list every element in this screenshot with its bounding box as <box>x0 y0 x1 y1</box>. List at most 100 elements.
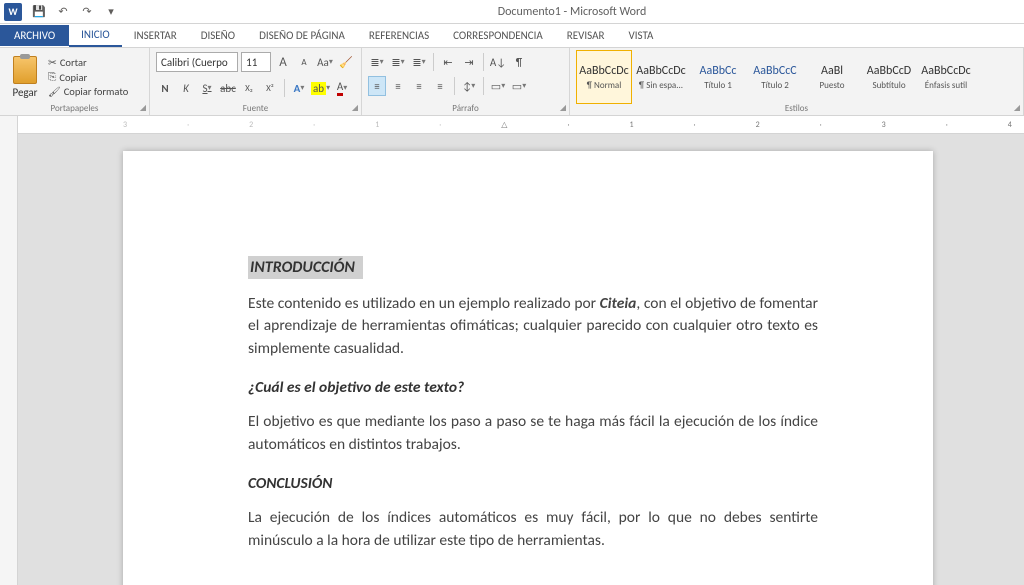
tab-layout[interactable]: DISEÑO DE PÁGINA <box>247 25 357 46</box>
heading-conclusion[interactable]: CONCLUSIÓN <box>248 474 818 493</box>
style-label: Puesto <box>805 80 859 91</box>
text-effects-button[interactable]: A <box>290 78 308 98</box>
tab-review[interactable]: REVISAR <box>555 25 617 46</box>
multilevel-button[interactable]: ≣ <box>410 52 428 72</box>
horizontal-ruler[interactable]: 3·2·1·△·1·2·3·4·5·6·7·8·9·10·11·12·13·14… <box>18 116 1024 134</box>
group-label: Estilos <box>570 103 1023 114</box>
align-left-button[interactable]: ≡ <box>368 76 386 96</box>
group-clipboard: Pegar Cortar Copiar Copiar formato Porta… <box>0 48 150 115</box>
group-label: Fuente <box>150 103 361 114</box>
window-title: Documento1 - Microsoft Word <box>120 5 1024 19</box>
save-button[interactable]: 💾 <box>30 2 48 22</box>
style-item[interactable]: AaBbCcDc Énfasis sutil <box>918 50 974 104</box>
subscript-button[interactable]: X₂ <box>240 78 258 98</box>
style-item[interactable]: AaBbCc Título 1 <box>690 50 746 104</box>
qat-more-button[interactable]: ▾ <box>102 2 120 22</box>
style-preview: AaBl <box>821 64 843 78</box>
ribbon: Pegar Cortar Copiar Copiar formato Porta… <box>0 48 1024 116</box>
shading-button[interactable]: ▭ <box>489 76 507 96</box>
page[interactable]: INTRODUCCIÓN Este contenido es utilizado… <box>123 151 933 585</box>
redo-button[interactable]: ↷ <box>78 2 96 22</box>
style-item[interactable]: AaBbCcDc ¶ Sin espa... <box>633 50 689 104</box>
vertical-ruler[interactable] <box>0 116 18 585</box>
format-painter-button[interactable]: Copiar formato <box>48 85 128 98</box>
style-preview: AaBbCcDc <box>579 64 628 78</box>
bullets-button[interactable]: ≣ <box>368 52 386 72</box>
strikethrough-button[interactable]: abc <box>219 78 237 98</box>
copy-button[interactable]: Copiar <box>48 70 128 84</box>
grow-font-button[interactable]: A <box>274 52 292 72</box>
group-label: Párrafo <box>362 103 569 114</box>
style-label: Énfasis sutil <box>919 80 973 91</box>
tab-references[interactable]: REFERENCIAS <box>357 25 441 46</box>
styles-gallery[interactable]: AaBbCcDc¶ NormalAaBbCcDc¶ Sin espa...AaB… <box>576 50 1017 104</box>
style-preview: AaBbCcC <box>753 64 796 78</box>
paragraph[interactable]: Este contenido es utilizado en un ejempl… <box>248 293 818 360</box>
bold-button[interactable]: N <box>156 78 174 98</box>
style-item[interactable]: AaBbCcDc ¶ Normal <box>576 50 632 104</box>
titlebar: W 💾 ↶ ↷ ▾ Documento1 - Microsoft Word <box>0 0 1024 24</box>
style-preview: AaBbCcDc <box>921 64 970 78</box>
paragraph[interactable]: La ejecución de los índices automáticos … <box>248 507 818 552</box>
clear-formatting-button[interactable]: 🧹 <box>337 52 355 72</box>
style-preview: AaBbCcDc <box>636 64 685 78</box>
group-paragraph: ≣ ≣ ≣ ⇤ ⇥ A↓ ¶ ≡ ≡ ≡ ≡ ↕ ▭ ▭ Párrafo ◢ <box>362 48 570 115</box>
heading-introduccion[interactable]: INTRODUCCIÓN <box>248 256 363 279</box>
shrink-font-button[interactable]: A <box>295 52 313 72</box>
tab-insert[interactable]: INSERTAR <box>122 25 189 46</box>
increase-indent-button[interactable]: ⇥ <box>460 52 478 72</box>
group-styles: AaBbCcDc¶ NormalAaBbCcDc¶ Sin espa...AaB… <box>570 48 1024 115</box>
paste-label: Pegar <box>12 86 37 99</box>
undo-button[interactable]: ↶ <box>54 2 72 22</box>
justify-button[interactable]: ≡ <box>431 76 449 96</box>
paragraph[interactable]: El objetivo es que mediante los paso a p… <box>248 411 818 456</box>
brush-icon <box>48 85 61 98</box>
quick-access-toolbar: 💾 ↶ ↷ ▾ <box>30 2 120 22</box>
dialog-launcher-icon[interactable]: ◢ <box>560 103 566 113</box>
sort-button[interactable]: A↓ <box>489 52 507 72</box>
scissors-icon <box>48 56 57 69</box>
tab-mailings[interactable]: CORRESPONDENCIA <box>441 25 555 46</box>
style-label: Título 1 <box>691 80 745 91</box>
copy-icon <box>48 70 56 84</box>
cut-button[interactable]: Cortar <box>48 56 128 69</box>
dialog-launcher-icon[interactable]: ◢ <box>1014 103 1020 113</box>
tab-file[interactable]: ARCHIVO <box>0 25 69 46</box>
tab-home[interactable]: INICIO <box>69 24 122 47</box>
align-center-button[interactable]: ≡ <box>389 76 407 96</box>
style-item[interactable]: AaBbCcDSubtítulo <box>861 50 917 104</box>
font-name-combo[interactable]: Calibri (Cuerpo <box>156 52 238 72</box>
highlight-button[interactable]: ab <box>311 78 330 98</box>
underline-button[interactable]: S <box>198 78 216 98</box>
decrease-indent-button[interactable]: ⇤ <box>439 52 457 72</box>
style-item[interactable]: AaBl Puesto <box>804 50 860 104</box>
tab-view[interactable]: VISTA <box>616 25 665 46</box>
style-preview: AaBbCc <box>700 64 737 78</box>
heading-objetivo[interactable]: ¿Cuál es el objetivo de este texto? <box>248 378 818 397</box>
change-case-button[interactable]: Aa <box>316 52 334 72</box>
paste-button[interactable]: Pegar <box>6 50 44 104</box>
dialog-launcher-icon[interactable]: ◢ <box>352 103 358 113</box>
style-item[interactable]: AaBbCcC Título 2 <box>747 50 803 104</box>
dialog-launcher-icon[interactable]: ◢ <box>140 103 146 113</box>
tab-design[interactable]: DISEÑO <box>189 25 247 46</box>
style-preview: AaBbCcD <box>867 64 911 78</box>
ribbon-tabs: ARCHIVO INICIO INSERTAR DISEÑO DISEÑO DE… <box>0 24 1024 48</box>
document-area: 3·2·1·△·1·2·3·4·5·6·7·8·9·10·11·12·13·14… <box>0 116 1024 585</box>
superscript-button[interactable]: X² <box>261 78 279 98</box>
paste-icon <box>13 56 37 84</box>
style-label: ¶ Normal <box>577 80 631 91</box>
show-marks-button[interactable]: ¶ <box>510 52 528 72</box>
group-label: Portapapeles <box>0 103 149 114</box>
style-label: ¶ Sin espa... <box>634 80 688 91</box>
line-spacing-button[interactable]: ↕ <box>460 76 478 96</box>
font-size-combo[interactable]: 11 <box>241 52 271 72</box>
style-label: Título 2 <box>748 80 802 91</box>
borders-button[interactable]: ▭ <box>510 76 528 96</box>
group-font: Calibri (Cuerpo 11 A A Aa 🧹 N K S abc X₂… <box>150 48 362 115</box>
numbering-button[interactable]: ≣ <box>389 52 407 72</box>
font-color-button[interactable]: A <box>333 78 351 98</box>
italic-button[interactable]: K <box>177 78 195 98</box>
align-right-button[interactable]: ≡ <box>410 76 428 96</box>
word-icon: W <box>4 3 22 21</box>
